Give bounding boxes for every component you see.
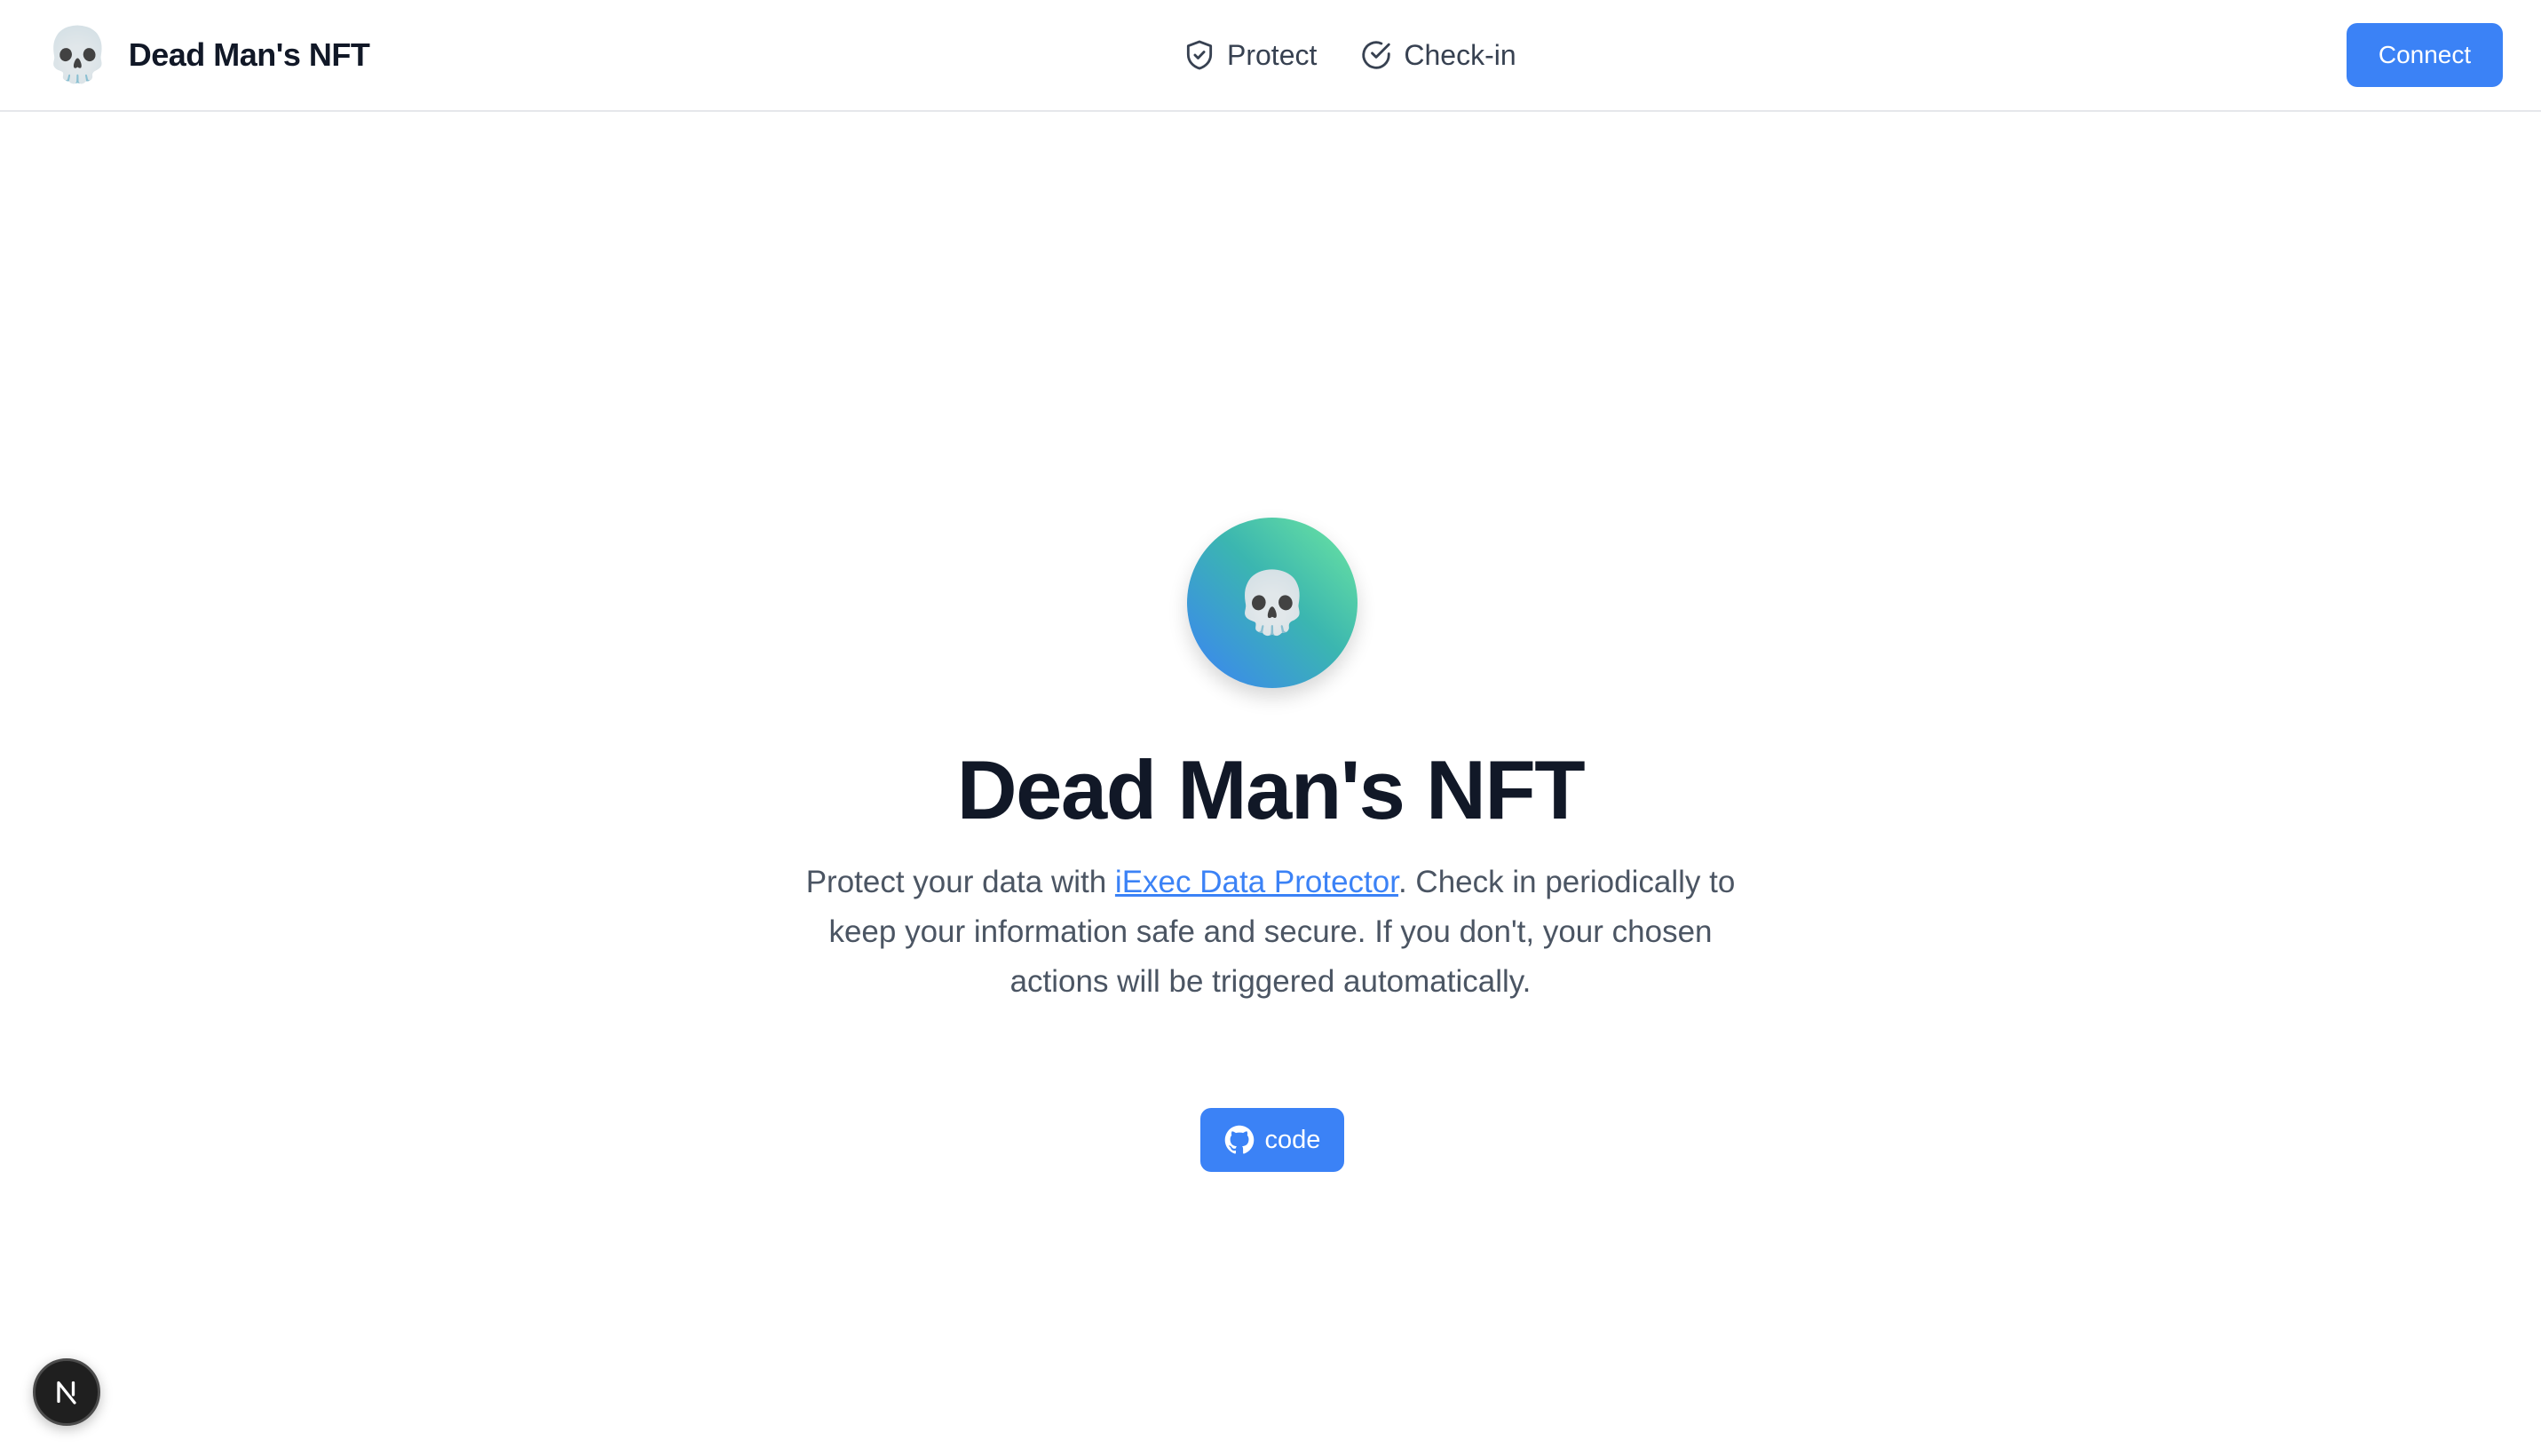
iexec-data-protector-link[interactable]: iExec Data Protector: [1115, 865, 1398, 899]
nav-item-protect[interactable]: Protect: [1183, 38, 1317, 72]
main-nav: Protect Check-in: [1183, 30, 1516, 80]
circle-check-icon: [1359, 38, 1393, 72]
nav-item-check-in[interactable]: Check-in: [1359, 38, 1516, 72]
shield-check-icon: [1183, 38, 1216, 72]
skull-logo-icon: 💀: [44, 25, 111, 84]
skull-icon: 💀: [1234, 569, 1310, 637]
page-title: Dead Man's NFT: [956, 743, 1586, 836]
top-navbar: 💀 Dead Man's NFT Protect Check-in Connec…: [0, 0, 2541, 112]
nextjs-dev-indicator[interactable]: [33, 1358, 100, 1426]
hero-avatar: 💀: [1187, 518, 1358, 688]
github-icon: [1224, 1125, 1255, 1155]
brand-name: Dead Man's NFT: [128, 36, 370, 73]
description-text-before: Protect your data with: [805, 865, 1115, 899]
nav-item-label: Protect: [1227, 38, 1318, 71]
brand-home-link[interactable]: 💀 Dead Man's NFT: [44, 21, 370, 89]
github-code-button[interactable]: code: [1200, 1108, 1344, 1172]
nextjs-icon: [51, 1376, 83, 1408]
nav-item-label: Check-in: [1404, 38, 1516, 71]
connect-wallet-button[interactable]: Connect: [2347, 23, 2503, 87]
code-button-label: code: [1264, 1125, 1321, 1154]
hero-description: Protect your data with iExec Data Protec…: [781, 858, 1760, 1007]
